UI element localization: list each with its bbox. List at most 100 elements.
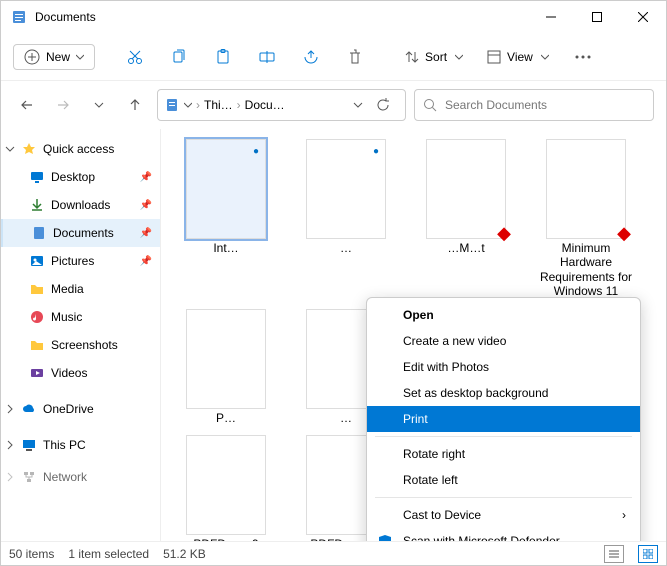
view-button[interactable]: View <box>477 39 559 75</box>
document-icon <box>31 225 47 241</box>
chevron-down-icon <box>184 101 192 109</box>
rename-button[interactable] <box>247 39 287 75</box>
navigation-row: › Thi… › Docu… Search Documents <box>1 81 666 129</box>
pin-icon: 📌 <box>140 200 152 211</box>
share-button[interactable] <box>291 39 331 75</box>
selection-size: 51.2 KB <box>163 547 206 561</box>
clipboard-icon <box>215 49 231 65</box>
shield-icon <box>377 533 393 541</box>
file-item[interactable]: ◆Minimum Hardware Requirements for Windo… <box>531 139 641 299</box>
sidebar-onedrive[interactable]: OneDrive <box>1 395 160 423</box>
sort-button[interactable]: Sort <box>395 39 473 75</box>
grid-icon <box>643 549 653 559</box>
search-placeholder: Search Documents <box>445 98 547 112</box>
sidebar-desktop[interactable]: Desktop📌 <box>1 163 160 191</box>
separator <box>375 497 632 498</box>
item-count: 50 items <box>9 547 54 561</box>
file-item[interactable]: PDFDoc_p9 <box>171 435 281 541</box>
video-icon <box>29 365 45 381</box>
sidebar-screenshots[interactable]: Screenshots <box>1 331 160 359</box>
ctx-cast[interactable]: Cast to Device› <box>367 502 640 528</box>
cut-button[interactable] <box>115 39 155 75</box>
chevron-down-icon <box>94 100 104 110</box>
sidebar-pictures[interactable]: Pictures📌 <box>1 247 160 275</box>
pc-icon <box>21 437 37 453</box>
pin-icon: 📌 <box>140 256 152 267</box>
refresh-button[interactable] <box>367 98 399 112</box>
sidebar-videos[interactable]: Videos <box>1 359 160 387</box>
paste-button[interactable] <box>203 39 243 75</box>
copy-icon <box>171 49 187 65</box>
breadcrumb-seg-2[interactable]: Docu… <box>245 98 349 112</box>
file-item[interactable]: P… <box>171 309 281 425</box>
back-button[interactable] <box>13 91 41 119</box>
breadcrumb[interactable]: › Thi… › Docu… <box>157 89 406 121</box>
star-icon <box>21 141 37 157</box>
titlebar: Documents <box>1 1 666 33</box>
more-icon <box>575 55 591 59</box>
ctx-open[interactable]: Open <box>367 302 640 328</box>
chevron-right-icon <box>5 472 15 482</box>
chevron-down-icon <box>5 144 15 154</box>
pin-icon: 📌 <box>140 228 152 239</box>
document-icon <box>164 97 180 113</box>
forward-button[interactable] <box>49 91 77 119</box>
sidebar-this-pc[interactable]: This PC <box>1 431 160 459</box>
ctx-rotate-right[interactable]: Rotate right <box>367 441 640 467</box>
breadcrumb-seg-1[interactable]: Thi… <box>204 98 233 112</box>
toolbar: New Sort View <box>1 33 666 81</box>
desktop-icon <box>29 169 45 185</box>
more-button[interactable] <box>563 39 603 75</box>
sidebar-media[interactable]: Media <box>1 275 160 303</box>
ctx-scan-defender[interactable]: Scan with Microsoft Defender... <box>367 528 640 541</box>
view-icon <box>487 50 501 64</box>
sidebar-downloads[interactable]: Downloads📌 <box>1 191 160 219</box>
ctx-create-video[interactable]: Create a new video <box>367 328 640 354</box>
sort-icon <box>405 50 419 64</box>
arrow-right-icon <box>56 98 70 112</box>
copy-button[interactable] <box>159 39 199 75</box>
context-menu: Open Create a new video Edit with Photos… <box>366 297 641 541</box>
network-icon <box>21 469 37 485</box>
sidebar-quick-access[interactable]: Quick access <box>1 135 160 163</box>
refresh-icon <box>376 98 390 112</box>
share-icon <box>303 49 319 65</box>
trash-icon <box>347 49 363 65</box>
scissors-icon <box>127 49 143 65</box>
sidebar-music[interactable]: Music <box>1 303 160 331</box>
chevron-down-icon <box>455 53 463 61</box>
app-icon <box>11 9 27 25</box>
view-label: View <box>507 50 533 64</box>
close-button[interactable] <box>620 1 666 33</box>
ctx-rotate-left[interactable]: Rotate left <box>367 467 640 493</box>
delete-button[interactable] <box>335 39 375 75</box>
pictures-icon <box>29 253 45 269</box>
arrow-up-icon <box>128 98 142 112</box>
selection-count: 1 item selected <box>68 547 149 561</box>
ctx-set-background[interactable]: Set as desktop background <box>367 380 640 406</box>
folder-icon <box>29 337 45 353</box>
chevron-down-icon <box>541 53 549 61</box>
sidebar-documents[interactable]: Documents📌 <box>1 219 160 247</box>
pin-icon: 📌 <box>140 172 152 183</box>
maximize-button[interactable] <box>574 1 620 33</box>
thumbnails-view-toggle[interactable] <box>638 545 658 563</box>
file-item[interactable]: ●… <box>291 139 401 299</box>
sidebar-network[interactable]: Network <box>1 463 160 491</box>
status-bar: 50 items 1 item selected 51.2 KB <box>1 541 666 565</box>
chevron-down-icon[interactable] <box>353 100 363 110</box>
sidebar: Quick access Desktop📌 Downloads📌 Documen… <box>1 129 161 541</box>
details-view-toggle[interactable] <box>604 545 624 563</box>
ctx-edit-photos[interactable]: Edit with Photos <box>367 354 640 380</box>
sort-label: Sort <box>425 50 447 64</box>
search-input[interactable]: Search Documents <box>414 89 654 121</box>
minimize-button[interactable] <box>528 1 574 33</box>
recent-dropdown[interactable] <box>85 91 113 119</box>
plus-circle-icon <box>24 49 40 65</box>
new-button[interactable]: New <box>13 44 95 70</box>
rename-icon <box>259 49 275 65</box>
file-item[interactable]: ●Int… <box>171 139 281 299</box>
file-item[interactable]: ◆…M…t <box>411 139 521 299</box>
up-button[interactable] <box>121 91 149 119</box>
ctx-print[interactable]: Print <box>367 406 640 432</box>
